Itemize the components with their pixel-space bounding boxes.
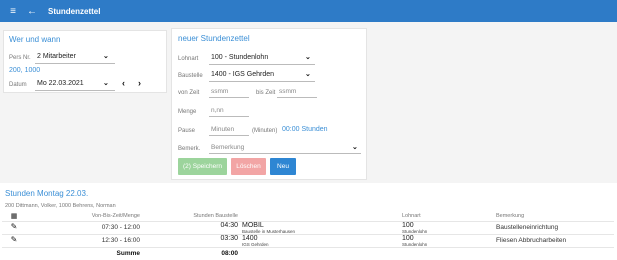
selected-person-ids: 200, 1000 <box>9 67 41 74</box>
date-underline <box>35 90 115 91</box>
summary-title: Stunden Montag 22.03. <box>5 189 89 198</box>
baustelle-select[interactable]: 1400 - IGS Gehrden <box>211 71 274 78</box>
back-arrow-icon[interactable]: ← <box>24 0 40 22</box>
bemerkung-input[interactable]: Bemerkung <box>211 144 244 151</box>
hours-table: ▦ Von-Bis-Zeit/Menge Stunden Baustelle L… <box>2 211 614 260</box>
pencil-icon[interactable]: ✎ <box>2 220 26 234</box>
pause-total: 00:00 Stunden <box>282 126 328 133</box>
who-when-title: Wer und wann <box>9 35 61 44</box>
bemerkung-chevron-down-icon[interactable]: ⌄ <box>352 143 358 151</box>
prev-day-chevron-left-icon[interactable]: ‹ <box>122 78 125 88</box>
who-when-card: Wer und wann Pers Nr. 2 Mitarbeiter ⌄ 20… <box>3 30 167 93</box>
bis-zeit-label: bis Zeit <box>256 90 276 96</box>
row-baustelle-code: 1400 <box>242 234 258 242</box>
summary-persons: 200 Dittmann, Volker, 1000 Behrens, Norm… <box>5 203 116 209</box>
row-stunden: 04:30 <box>154 220 240 234</box>
table-row[interactable]: ✎ 12:30 - 16:00 03:30 1400 IGS Gehrden 1… <box>2 233 614 247</box>
row-stunden: 03:30 <box>154 233 240 247</box>
table-row[interactable]: ✎ 07:30 - 12:00 04:30 MOBIL Baustelle in… <box>2 220 614 234</box>
col-header-lohnart: Lohnart <box>402 212 421 219</box>
bis-zeit-input[interactable]: ssmm <box>279 88 296 95</box>
next-day-chevron-right-icon[interactable]: › <box>138 78 141 88</box>
sum-label: Summe <box>26 246 154 260</box>
col-header-baustelle <box>240 211 400 221</box>
pers-nr-select[interactable]: 2 Mitarbeiter <box>37 53 76 60</box>
pause-label: Pause <box>178 128 196 134</box>
row-bemerkung: Baustelleneinrichtung <box>494 220 614 234</box>
menge-underline <box>209 116 249 117</box>
date-chevron-down-icon[interactable]: ⌄ <box>103 79 109 87</box>
row-time: 12:30 - 16:00 <box>26 233 154 247</box>
row-lohnart-code: 100 <box>402 221 414 229</box>
menge-label: Menge <box>178 109 197 115</box>
hamburger-menu-icon[interactable]: ≡ <box>4 0 22 22</box>
pers-nr-underline <box>35 63 115 64</box>
sum-value: 08:00 <box>154 246 240 260</box>
lohnart-underline <box>209 64 315 65</box>
row-lohnart: 100 Stundenlohn <box>400 233 494 247</box>
page-title: Stundenzettel <box>48 6 101 16</box>
pencil-icon[interactable]: ✎ <box>2 233 26 247</box>
sum-row: Summe 08:00 <box>2 246 614 260</box>
menge-input[interactable]: n,nn <box>211 107 224 114</box>
baustelle-underline <box>209 81 315 82</box>
row-lohnart: 100 Stundenlohn <box>400 220 494 234</box>
col-header-bemerkung: Bemerkung <box>496 212 525 219</box>
pers-nr-label: Pers Nr. <box>9 55 31 61</box>
von-zeit-label: von Zeit <box>178 90 200 96</box>
col-header-stunden: Stunden Baustelle <box>193 212 238 219</box>
row-baustelle-name: Baustelle in Musterhausen <box>242 228 296 234</box>
von-zeit-underline <box>209 97 249 98</box>
lohnart-label: Lohnart <box>178 56 199 62</box>
grid-icon[interactable]: ▦ <box>2 211 26 221</box>
date-select[interactable]: Mo 22.03.2021 <box>37 80 84 87</box>
pause-unit-label: (Minuten) <box>252 128 278 134</box>
row-baustelle: MOBIL Baustelle in Musterhausen <box>240 220 400 234</box>
new-timesheet-card: neuer Stundenzettel Lohnart 100 - Stunde… <box>171 28 367 180</box>
col-header-time: Von-Bis-Zeit/Menge <box>91 212 140 219</box>
new-timesheet-title: neuer Stundenzettel <box>178 34 250 43</box>
hours-summary-panel: Stunden Montag 22.03. 200 Dittmann, Volk… <box>0 183 617 260</box>
pause-underline <box>209 135 249 136</box>
row-lohnart-code: 100 <box>402 234 414 242</box>
row-time: 07:30 - 12:00 <box>26 220 154 234</box>
von-zeit-input[interactable]: ssmm <box>211 88 228 95</box>
bemerkung-label: Bemerk. <box>178 146 201 152</box>
pause-input[interactable]: Minuten <box>211 126 234 133</box>
row-bemerkung: Fliesen Abbrucharbeiten <box>494 233 614 247</box>
top-bar: ≡ ← Stundenzettel <box>0 0 617 22</box>
lohnart-chevron-down-icon[interactable]: ⌄ <box>305 53 311 61</box>
lohnart-select[interactable]: 100 - Stundenlohn <box>211 54 268 61</box>
table-header-row: ▦ Von-Bis-Zeit/Menge Stunden Baustelle L… <box>2 211 614 221</box>
row-baustelle-code: MOBIL <box>242 221 264 229</box>
baustelle-label: Baustelle <box>178 73 203 79</box>
baustelle-chevron-down-icon[interactable]: ⌄ <box>305 70 311 78</box>
row-baustelle-name: IGS Gehrden <box>242 241 269 247</box>
bemerkung-underline <box>209 153 361 154</box>
row-lohnart-name: Stundenlohn <box>402 241 428 247</box>
new-button[interactable]: Neu <box>270 158 296 175</box>
pers-nr-chevron-down-icon[interactable]: ⌄ <box>103 52 109 60</box>
bis-zeit-underline <box>277 97 317 98</box>
save-button[interactable]: (2) Speichern <box>178 158 227 175</box>
row-baustelle: 1400 IGS Gehrden <box>240 233 400 247</box>
date-label: Datum <box>9 82 27 88</box>
row-lohnart-name: Stundenlohn <box>402 228 428 234</box>
delete-button[interactable]: Löschen <box>231 158 266 175</box>
